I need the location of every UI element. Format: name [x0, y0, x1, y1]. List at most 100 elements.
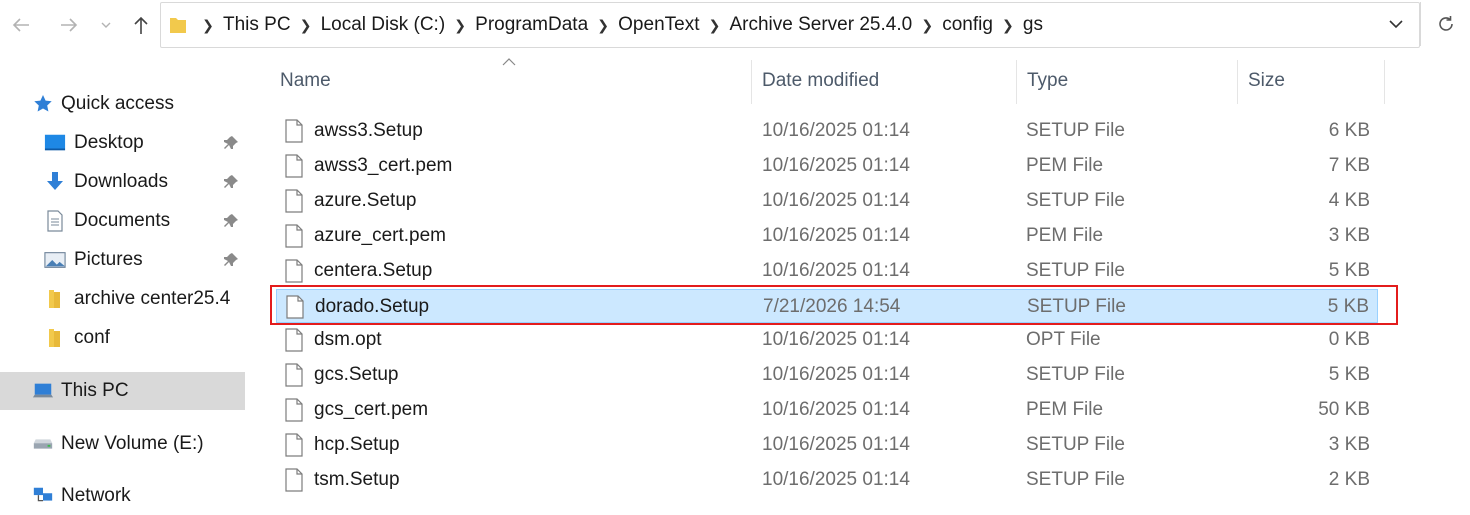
breadcrumb-config[interactable]: config: [942, 14, 993, 36]
chevron-down-icon: [101, 22, 111, 28]
document-icon: [44, 210, 66, 232]
file-icon: [284, 468, 304, 492]
column-header-size[interactable]: Size: [1248, 56, 1378, 106]
nav-item-this-pc[interactable]: This PC: [0, 372, 245, 410]
file-row[interactable]: dsm.opt 10/16/2025 01:14 OPT File 0 KB: [276, 323, 1378, 357]
file-row[interactable]: azure_cert.pem 10/16/2025 01:14 PEM File 3 …: [276, 219, 1378, 253]
forward-arrow-icon: [61, 18, 78, 32]
file-row[interactable]: azure.Setup 10/16/2025 01:14 SETUP File 4 K…: [276, 184, 1378, 218]
nav-item-archive-center[interactable]: archive center25.4: [0, 280, 245, 318]
file-name: gcs_cert.pem: [314, 399, 429, 420]
chevron-down-icon: [1389, 20, 1403, 29]
file-type: OPT File: [1026, 329, 1101, 350]
address-toolbar: ❯ This PC ❯ Local Disk (C:) ❯ ProgramDat…: [0, 0, 1470, 50]
folder-icon: [169, 15, 187, 40]
file-row[interactable]: gcs_cert.pem 10/16/2025 01:14 PEM File 50 K…: [276, 393, 1378, 427]
file-icon: [284, 328, 304, 352]
file-icon: [284, 154, 304, 178]
breadcrumb-opentext[interactable]: OpenText: [618, 14, 699, 36]
nav-item-label: conf: [74, 327, 110, 348]
column-header-type[interactable]: Type: [1027, 56, 1237, 106]
chevron-right-icon[interactable]: ❯: [588, 17, 618, 34]
breadcrumb-archive-server[interactable]: Archive Server 25.4.0: [729, 14, 912, 36]
refresh-icon: [1439, 16, 1453, 31]
file-row[interactable]: gcs.Setup 10/16/2025 01:14 SETUP File 5 KB: [276, 358, 1378, 392]
pin-icon: [222, 173, 240, 197]
file-name: azure.Setup: [314, 190, 417, 211]
chevron-right-icon[interactable]: ❯: [912, 17, 942, 34]
computer-icon: [32, 380, 54, 402]
chevron-right-icon[interactable]: ❯: [193, 17, 223, 34]
column-divider[interactable]: [1384, 60, 1385, 104]
up-button[interactable]: [128, 12, 154, 38]
nav-item-new-volume[interactable]: New Volume (E:): [0, 425, 245, 463]
recent-locations-button[interactable]: [96, 12, 116, 38]
file-row[interactable]: tsm.Setup 10/16/2025 01:14 SETUP File 2 KB: [276, 463, 1378, 497]
file-name: hcp.Setup: [314, 434, 400, 455]
column-divider[interactable]: [751, 60, 752, 104]
column-divider[interactable]: [1016, 60, 1017, 104]
nav-item-documents[interactable]: Documents: [0, 202, 245, 240]
address-bar[interactable]: ❯ This PC ❯ Local Disk (C:) ❯ ProgramDat…: [160, 2, 1420, 48]
file-size: 5 KB: [1328, 364, 1370, 385]
column-headers: Name Date modified Type Size: [268, 56, 1388, 106]
file-type: PEM File: [1026, 399, 1104, 420]
column-header-date[interactable]: Date modified: [762, 56, 1012, 106]
file-type: SETUP File: [1026, 434, 1125, 455]
file-date-modified: 10/16/2025 01:14: [762, 260, 910, 281]
file-date-modified: 10/16/2025 01:14: [762, 434, 910, 455]
drive-icon: [32, 433, 54, 455]
download-arrow-icon: [44, 171, 66, 193]
file-size: 5 KB: [1328, 260, 1370, 281]
file-type: SETUP File: [1026, 469, 1125, 490]
refresh-button[interactable]: [1420, 2, 1470, 46]
file-size: 6 KB: [1328, 120, 1370, 141]
chevron-right-icon[interactable]: ❯: [445, 17, 475, 34]
file-icon: [284, 433, 304, 457]
file-date-modified: 10/16/2025 01:14: [762, 469, 910, 490]
file-date-modified: 10/16/2025 01:14: [762, 329, 910, 350]
file-row[interactable]: awss3_cert.pem 10/16/2025 01:14 PEM File 7 …: [276, 149, 1378, 183]
file-row[interactable]: hcp.Setup 10/16/2025 01:14 SETUP File 3 KB: [276, 428, 1378, 462]
file-type: PEM File: [1026, 155, 1104, 176]
file-icon: [284, 398, 304, 422]
file-name: centera.Setup: [314, 260, 433, 281]
file-row[interactable]: centera.Setup 10/16/2025 01:14 SETUP File 5…: [276, 254, 1378, 288]
nav-item-desktop[interactable]: Desktop: [0, 124, 245, 162]
nav-item-label: Network: [61, 485, 131, 506]
file-row[interactable]: awss3.Setup 10/16/2025 01:14 SETUP File 6 K…: [276, 114, 1378, 148]
column-header-name[interactable]: Name: [280, 56, 750, 106]
breadcrumb-programdata[interactable]: ProgramData: [475, 14, 588, 36]
file-icon: [284, 189, 304, 213]
file-date-modified: 10/16/2025 01:14: [762, 225, 910, 246]
file-type: SETUP File: [1026, 364, 1125, 385]
star-icon: [32, 93, 54, 115]
column-divider[interactable]: [1237, 60, 1238, 104]
nav-quick-access[interactable]: Quick access: [0, 85, 245, 123]
file-size: 4 KB: [1328, 190, 1370, 211]
breadcrumb-gs[interactable]: gs: [1023, 14, 1043, 36]
nav-item-network[interactable]: Network: [0, 477, 245, 515]
breadcrumb-local-disk[interactable]: Local Disk (C:): [321, 14, 446, 36]
breadcrumb-this-pc[interactable]: This PC: [223, 14, 291, 36]
nav-item-downloads[interactable]: Downloads: [0, 163, 245, 201]
chevron-right-icon[interactable]: ❯: [993, 17, 1023, 34]
chevron-right-icon[interactable]: ❯: [291, 17, 321, 34]
file-icon: [284, 363, 304, 387]
nav-item-conf[interactable]: conf: [0, 319, 245, 357]
file-size: 3 KB: [1328, 225, 1370, 246]
back-arrow-icon: [12, 18, 29, 32]
nav-item-label: Pictures: [74, 249, 143, 270]
nav-item-label: Desktop: [74, 132, 144, 153]
file-icon: [284, 119, 304, 143]
nav-item-label: New Volume (E:): [61, 433, 204, 454]
file-date-modified: 10/16/2025 01:14: [762, 190, 910, 211]
file-date-modified: 10/16/2025 01:14: [762, 364, 910, 385]
chevron-right-icon[interactable]: ❯: [699, 17, 729, 34]
address-dropdown-button[interactable]: [1387, 15, 1405, 38]
forward-button[interactable]: [56, 12, 82, 38]
back-button[interactable]: [8, 12, 34, 38]
nav-item-pictures[interactable]: Pictures: [0, 241, 245, 279]
file-icon: [284, 224, 304, 248]
navigation-pane: Quick access Desktop Downloads Documents: [0, 50, 248, 515]
